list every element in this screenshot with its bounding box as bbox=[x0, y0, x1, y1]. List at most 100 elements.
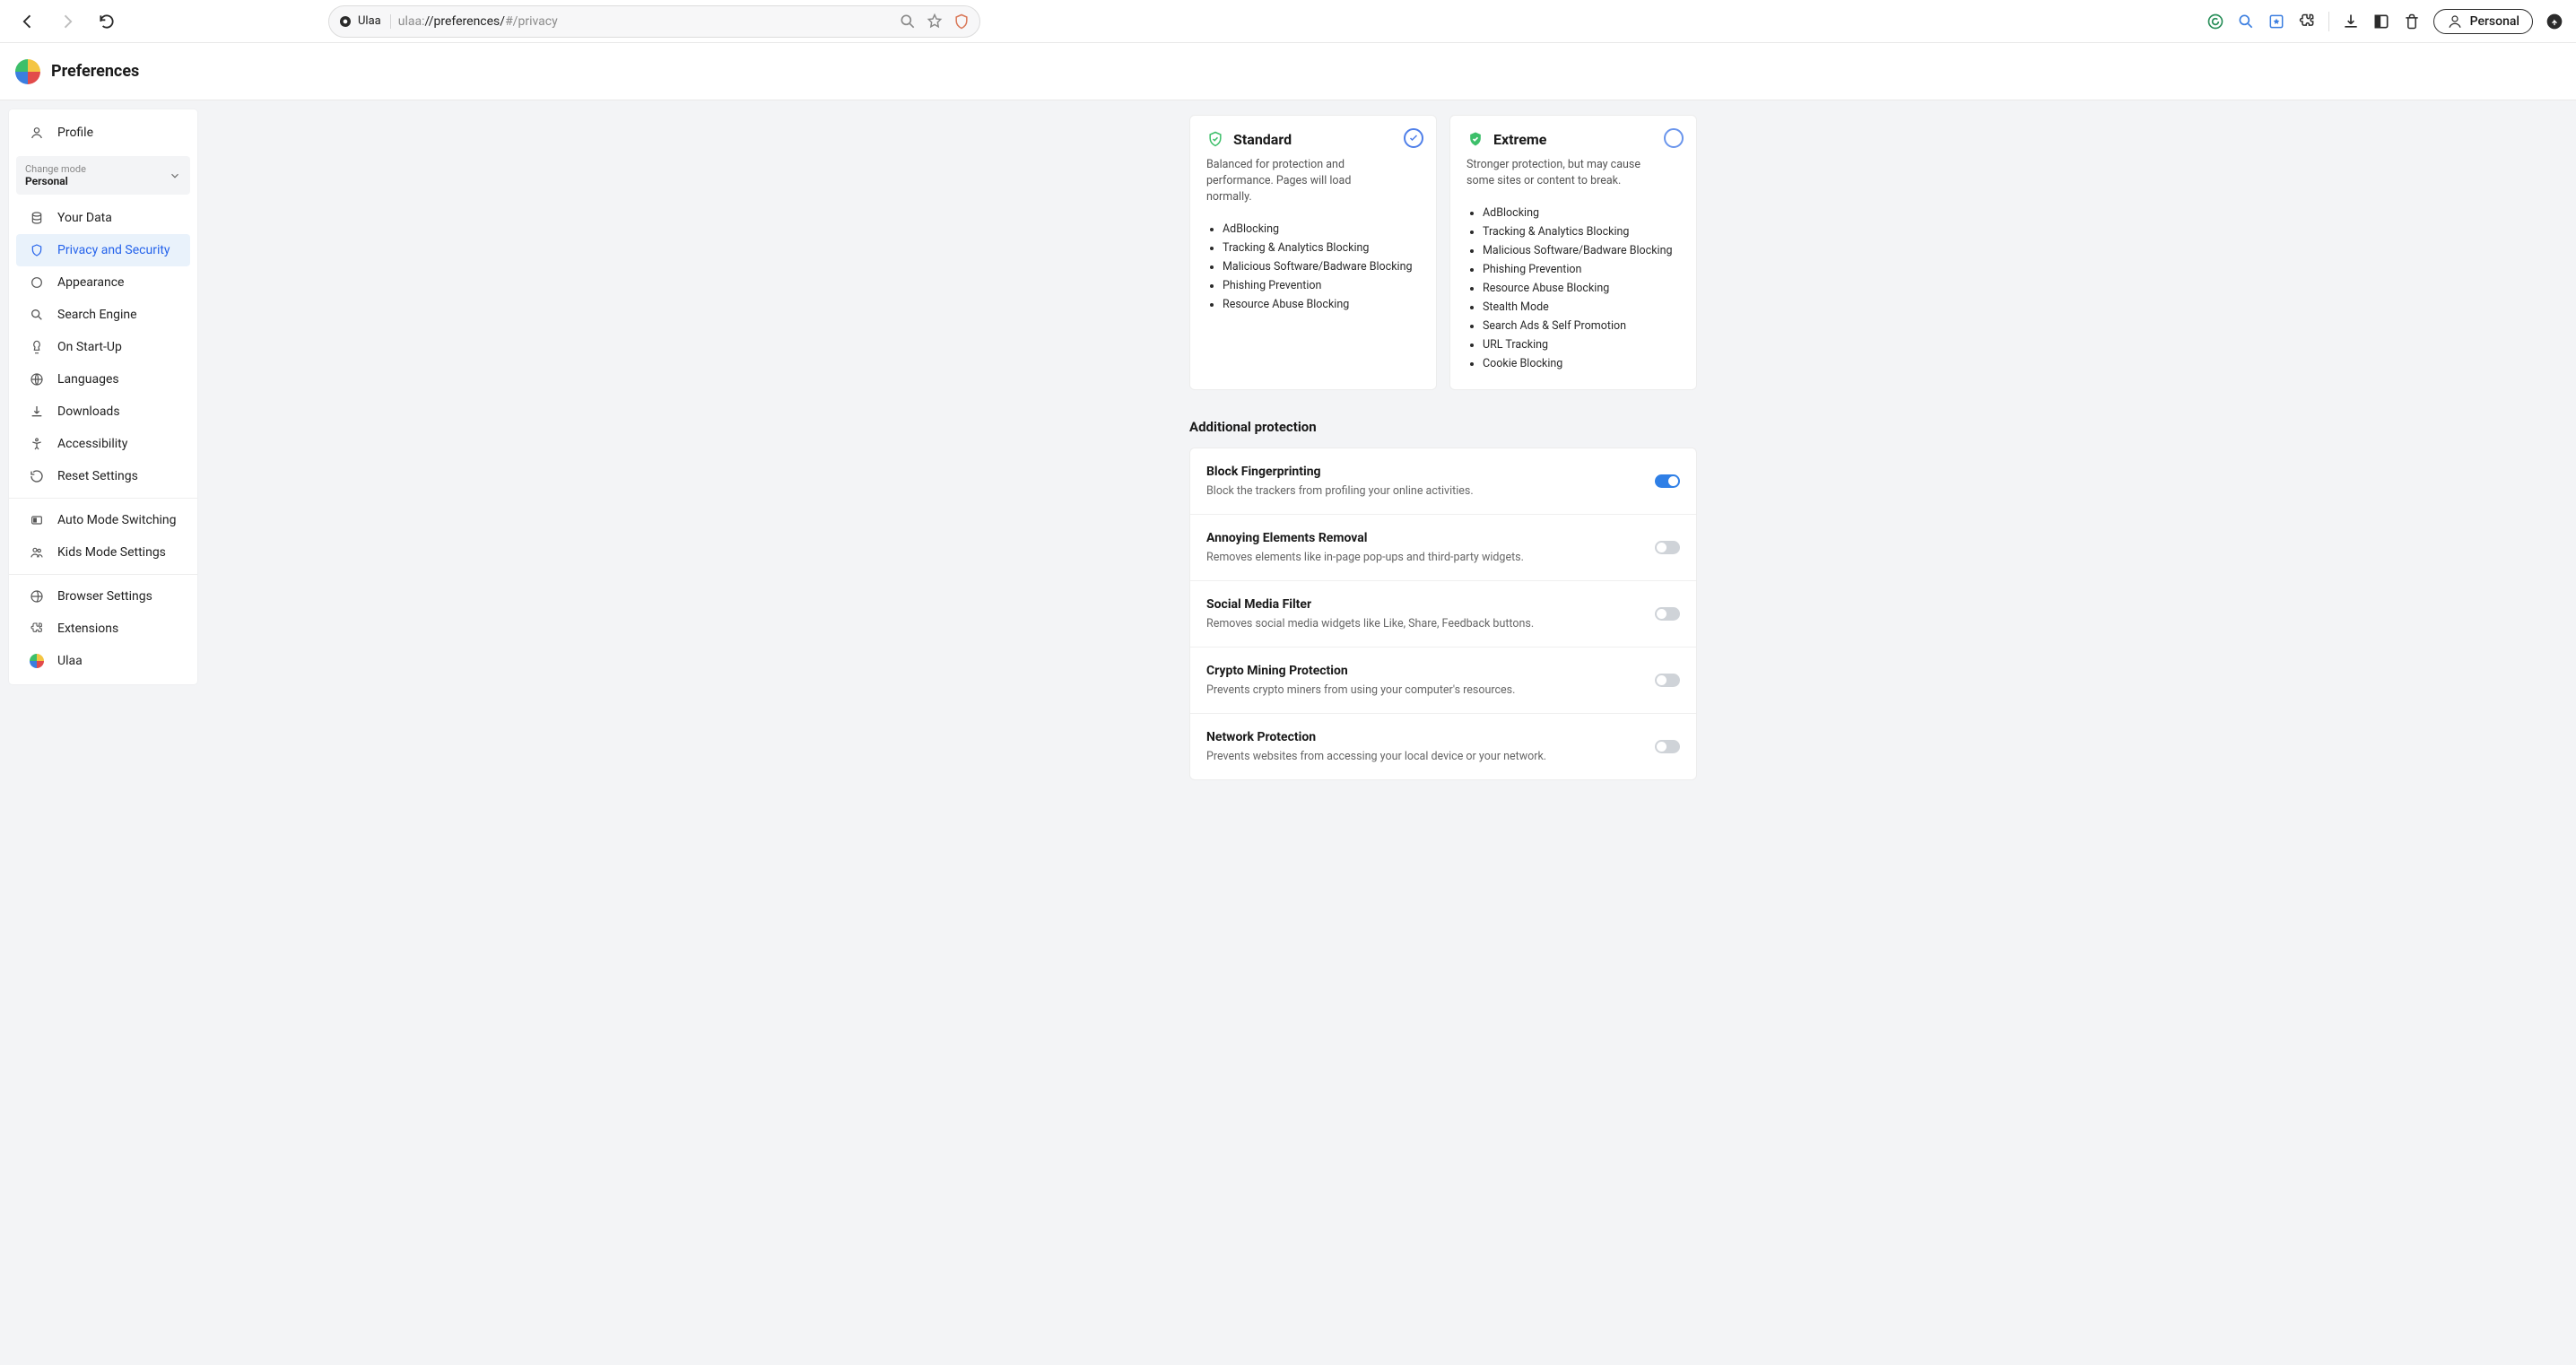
sidebar-item-accessibility[interactable]: Accessibility bbox=[16, 428, 190, 460]
protection-card-extreme[interactable]: Extreme Stronger protection, but may cau… bbox=[1449, 115, 1697, 390]
toggle-switch[interactable] bbox=[1655, 607, 1680, 621]
sidebar-item-label: Appearance bbox=[57, 275, 124, 290]
feature-item: Resource Abuse Blocking bbox=[1223, 295, 1420, 314]
card-title: Extreme bbox=[1493, 131, 1546, 148]
feature-item: Stealth Mode bbox=[1483, 298, 1680, 317]
feature-list: AdBlockingTracking & Analytics BlockingM… bbox=[1466, 204, 1680, 373]
toolbar-separator bbox=[2328, 12, 2329, 31]
toggle-row-annoying-elements-removal: Annoying Elements RemovalRemoves element… bbox=[1190, 515, 1696, 581]
sidebar-item-icon bbox=[29, 372, 45, 387]
toggle-title: Social Media Filter bbox=[1206, 597, 1534, 612]
card-desc: Stronger protection, but may cause some … bbox=[1466, 157, 1655, 189]
sidebar-item-label: Browser Settings bbox=[57, 589, 152, 604]
feature-item: URL Tracking bbox=[1483, 335, 1680, 354]
mode-value: Personal bbox=[25, 175, 86, 187]
sidebar-item-on-start-up[interactable]: On Start-Up bbox=[16, 331, 190, 363]
downloads-icon[interactable] bbox=[2342, 13, 2360, 30]
sidebar-item-languages[interactable]: Languages bbox=[16, 363, 190, 396]
radio-unselected-icon[interactable] bbox=[1664, 128, 1684, 148]
profile-label: Personal bbox=[2470, 14, 2519, 29]
feature-item: Search Ads & Self Promotion bbox=[1483, 317, 1680, 335]
sidebar-item-label: Reset Settings bbox=[57, 469, 138, 483]
site-chip: Ulaa bbox=[338, 14, 391, 29]
sidebar-item-label: Ulaa bbox=[57, 654, 83, 668]
extensions-puzzle-icon[interactable] bbox=[2298, 13, 2316, 30]
sidebar-item-icon bbox=[29, 243, 45, 257]
sidebar-item-auto-mode-switching[interactable]: Auto Mode Switching bbox=[16, 504, 190, 536]
sidebar-item-icon bbox=[29, 589, 45, 604]
chevron-down-icon bbox=[169, 170, 181, 182]
delete-trash-icon[interactable] bbox=[2403, 13, 2421, 30]
sidebar-item-label: Languages bbox=[57, 372, 119, 387]
shield-icon[interactable] bbox=[953, 13, 970, 30]
forward-button[interactable] bbox=[52, 6, 83, 37]
feature-item: Malicious Software/Badware Blocking bbox=[1483, 241, 1680, 260]
shield-outline-icon bbox=[1206, 130, 1224, 148]
radio-selected-icon[interactable] bbox=[1404, 128, 1423, 148]
sidebar-item-search-engine[interactable]: Search Engine bbox=[16, 299, 190, 331]
toggle-row-social-media-filter: Social Media FilterRemoves social media … bbox=[1190, 581, 1696, 648]
toggle-desc: Block the trackers from profiling your o… bbox=[1206, 484, 1474, 498]
sidepanel-badge-icon[interactable] bbox=[2267, 13, 2285, 30]
toggle-switch[interactable] bbox=[1655, 740, 1680, 753]
feature-item: Cookie Blocking bbox=[1483, 354, 1680, 373]
toggle-title: Crypto Mining Protection bbox=[1206, 664, 1515, 678]
sidebar-item-appearance[interactable]: Appearance bbox=[16, 266, 190, 299]
omnibox[interactable]: Ulaa ulaa://preferences/#/privacy bbox=[328, 5, 980, 38]
sidebar-profile[interactable]: Profile bbox=[16, 117, 190, 149]
zoom-icon[interactable] bbox=[899, 13, 917, 30]
sidebar-item-icon bbox=[29, 469, 45, 483]
sidebar-item-your-data[interactable]: Your Data bbox=[16, 202, 190, 234]
protection-card-standard[interactable]: Standard Balanced for protection and per… bbox=[1189, 115, 1437, 390]
feature-item: Phishing Prevention bbox=[1223, 276, 1420, 295]
feature-item: Phishing Prevention bbox=[1483, 260, 1680, 279]
sidebar-item-label: Profile bbox=[57, 126, 93, 140]
panel-toggle-icon[interactable] bbox=[2372, 13, 2390, 30]
sidebar-item-reset-settings[interactable]: Reset Settings bbox=[16, 460, 190, 492]
more-menu-icon[interactable] bbox=[2546, 13, 2563, 30]
toggle-desc: Prevents websites from accessing your lo… bbox=[1206, 750, 1546, 763]
arrow-right-icon bbox=[58, 13, 76, 30]
sidebar-item-ulaa[interactable]: Ulaa bbox=[16, 645, 190, 677]
sidebar-item-icon bbox=[29, 437, 45, 451]
search-blue-icon[interactable] bbox=[2237, 13, 2255, 30]
user-icon bbox=[29, 126, 45, 140]
sidebar-item-label: On Start-Up bbox=[57, 340, 122, 354]
shield-filled-icon bbox=[1466, 130, 1484, 148]
profile-button[interactable]: Personal bbox=[2433, 9, 2533, 34]
sidebar-item-kids-mode-settings[interactable]: Kids Mode Settings bbox=[16, 536, 190, 569]
sidebar-item-icon bbox=[29, 211, 45, 225]
sidebar-item-browser-settings[interactable]: Browser Settings bbox=[16, 580, 190, 613]
mode-selector[interactable]: Change mode Personal bbox=[16, 156, 190, 195]
browser-toolbar: Ulaa ulaa://preferences/#/privacy Person… bbox=[0, 0, 2576, 43]
sidebar-item-label: Kids Mode Settings bbox=[57, 545, 166, 560]
sidebar-item-label: Search Engine bbox=[57, 308, 137, 322]
sidebar-item-icon bbox=[29, 545, 45, 560]
toggle-switch[interactable] bbox=[1655, 674, 1680, 687]
sidebar-item-label: Privacy and Security bbox=[57, 243, 170, 257]
sidebar-item-label: Your Data bbox=[57, 211, 112, 225]
feature-item: Tracking & Analytics Blocking bbox=[1223, 239, 1420, 257]
sidebar-item-label: Downloads bbox=[57, 404, 120, 419]
toggle-switch[interactable] bbox=[1655, 474, 1680, 488]
sidebar-item-icon bbox=[29, 340, 45, 354]
grammarly-icon[interactable] bbox=[2206, 13, 2224, 30]
toggle-title: Network Protection bbox=[1206, 730, 1546, 744]
toggle-switch[interactable] bbox=[1655, 541, 1680, 554]
sidebar-item-icon bbox=[29, 275, 45, 290]
sidebar-item-label: Auto Mode Switching bbox=[57, 513, 177, 527]
sidebar-item-privacy-and-security[interactable]: Privacy and Security bbox=[16, 234, 190, 266]
sidebar-item-extensions[interactable]: Extensions bbox=[16, 613, 190, 645]
feature-item: AdBlocking bbox=[1223, 220, 1420, 239]
toggle-desc: Removes elements like in-page pop-ups an… bbox=[1206, 551, 1524, 564]
back-button[interactable] bbox=[13, 6, 43, 37]
user-avatar-icon bbox=[2447, 13, 2463, 30]
sidebar-item-downloads[interactable]: Downloads bbox=[16, 396, 190, 428]
bookmark-star-icon[interactable] bbox=[926, 13, 944, 30]
sidebar: Profile Change mode Personal Your Data Pr… bbox=[9, 109, 197, 684]
reload-button[interactable] bbox=[91, 6, 122, 37]
sidebar-item-icon bbox=[29, 404, 45, 419]
sidebar-item-icon bbox=[29, 513, 45, 527]
sidebar-item-icon bbox=[29, 622, 45, 636]
sidebar-item-icon bbox=[29, 654, 45, 668]
